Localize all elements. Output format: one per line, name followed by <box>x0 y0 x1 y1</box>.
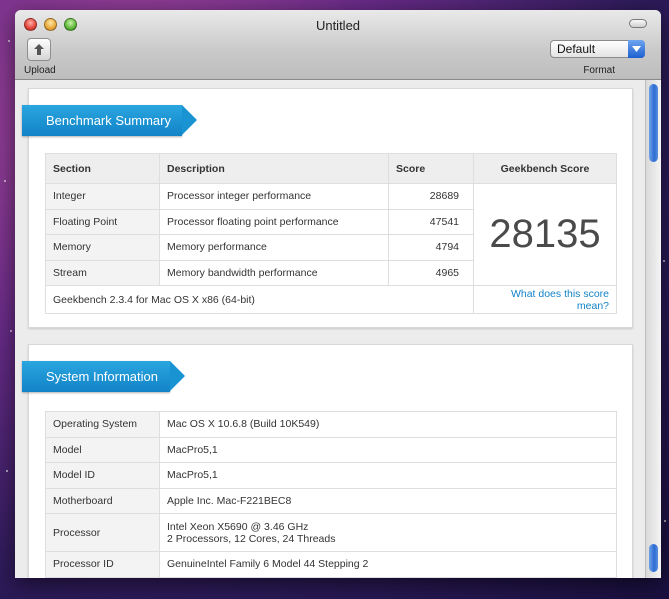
benchmark-summary-heading: Benchmark Summary <box>22 105 197 136</box>
row-description: Memory bandwidth performance <box>159 259 389 286</box>
column-header-description: Description <box>159 153 389 184</box>
info-label-empty <box>45 576 160 578</box>
titlebar: Untitled Upload Default Format <box>15 10 661 80</box>
table-row: Model MacPro5,1 <box>45 436 617 463</box>
system-information-panel: System Information Operating System Mac … <box>22 344 633 578</box>
scrollbar-arrows[interactable] <box>649 544 658 572</box>
chevron-down-icon <box>628 40 645 58</box>
table-row: Model ID MacPro5,1 <box>45 462 617 489</box>
table-header-row: Section Description Score Geekbench Scor… <box>45 153 617 184</box>
info-label: Processor ID <box>45 551 160 578</box>
row-score: 47541 <box>388 208 474 235</box>
score-meaning-link[interactable]: What does this score mean? <box>473 285 617 314</box>
table-row <box>45 576 617 578</box>
system-information-heading: System Information <box>22 361 185 392</box>
table-row: Processor Intel Xeon X5690 @ 3.46 GHz 2 … <box>45 513 617 552</box>
upload-label: Upload <box>24 65 56 76</box>
benchmark-summary-panel: Benchmark Summary Section Description Sc… <box>22 88 633 328</box>
format-select-value: Default <box>557 42 596 56</box>
table-footer-row: Geekbench 2.3.4 for Mac OS X x86 (64-bit… <box>45 285 617 314</box>
info-value: MacPro5,1 <box>159 462 617 489</box>
info-value: Apple Inc. Mac-F221BEC8 <box>159 487 617 514</box>
row-score: 28689 <box>388 183 474 210</box>
info-label: Model <box>45 436 160 463</box>
vertical-scrollbar[interactable] <box>645 80 661 578</box>
info-value: MacPro5,1 <box>159 436 617 463</box>
geekbench-window: Untitled Upload Default Format Benchmark… <box>15 10 661 578</box>
upload-arrow-icon <box>34 44 44 55</box>
column-header-score: Score <box>388 153 474 184</box>
info-value: Intel Xeon X5690 @ 3.46 GHz 2 Processors… <box>159 513 617 552</box>
row-score: 4794 <box>388 234 474 261</box>
row-description: Memory performance <box>159 234 389 261</box>
row-description: Processor integer performance <box>159 183 389 210</box>
info-value: GenuineIntel Family 6 Model 44 Stepping … <box>159 551 617 578</box>
info-value: Mac OS X 10.6.8 (Build 10K549) <box>159 411 617 438</box>
geekbench-score-value: 28135 <box>473 183 617 286</box>
info-label: Operating System <box>45 411 160 438</box>
table-row: Processor ID GenuineIntel Family 6 Model… <box>45 551 617 578</box>
processor-name: Intel Xeon X5690 @ 3.46 GHz <box>167 520 309 533</box>
table-row: Operating System Mac OS X 10.6.8 (Build … <box>45 411 617 438</box>
report-content: Benchmark Summary Section Description Sc… <box>15 80 645 578</box>
info-value-empty <box>159 576 617 578</box>
row-section: Floating Point <box>45 208 160 235</box>
row-section: Memory <box>45 234 160 261</box>
processor-topology: 2 Processors, 12 Cores, 24 Threads <box>167 532 336 545</box>
benchmark-table: Section Description Score Geekbench Scor… <box>45 153 617 314</box>
info-label: Motherboard <box>45 487 160 514</box>
info-label: Processor <box>45 513 160 552</box>
row-description: Processor floating point performance <box>159 208 389 235</box>
format-label: Format <box>583 65 615 76</box>
table-row: Motherboard Apple Inc. Mac-F221BEC8 <box>45 487 617 514</box>
column-header-geekbench-score: Geekbench Score <box>473 153 617 184</box>
toolbar-toggle-button[interactable] <box>629 19 647 28</box>
table-row: Integer Processor integer performance 28… <box>45 183 617 286</box>
version-info: Geekbench 2.3.4 for Mac OS X x86 (64-bit… <box>45 285 474 314</box>
window-title: Untitled <box>315 18 361 33</box>
row-score: 4965 <box>388 259 474 286</box>
system-info-table: Operating System Mac OS X 10.6.8 (Build … <box>45 411 617 578</box>
row-section: Stream <box>45 259 160 286</box>
scrollbar-thumb[interactable] <box>649 84 658 162</box>
column-header-section: Section <box>45 153 160 184</box>
info-label: Model ID <box>45 462 160 489</box>
format-select[interactable]: Default <box>550 40 645 58</box>
row-section: Integer <box>45 183 160 210</box>
upload-button[interactable] <box>27 38 51 61</box>
